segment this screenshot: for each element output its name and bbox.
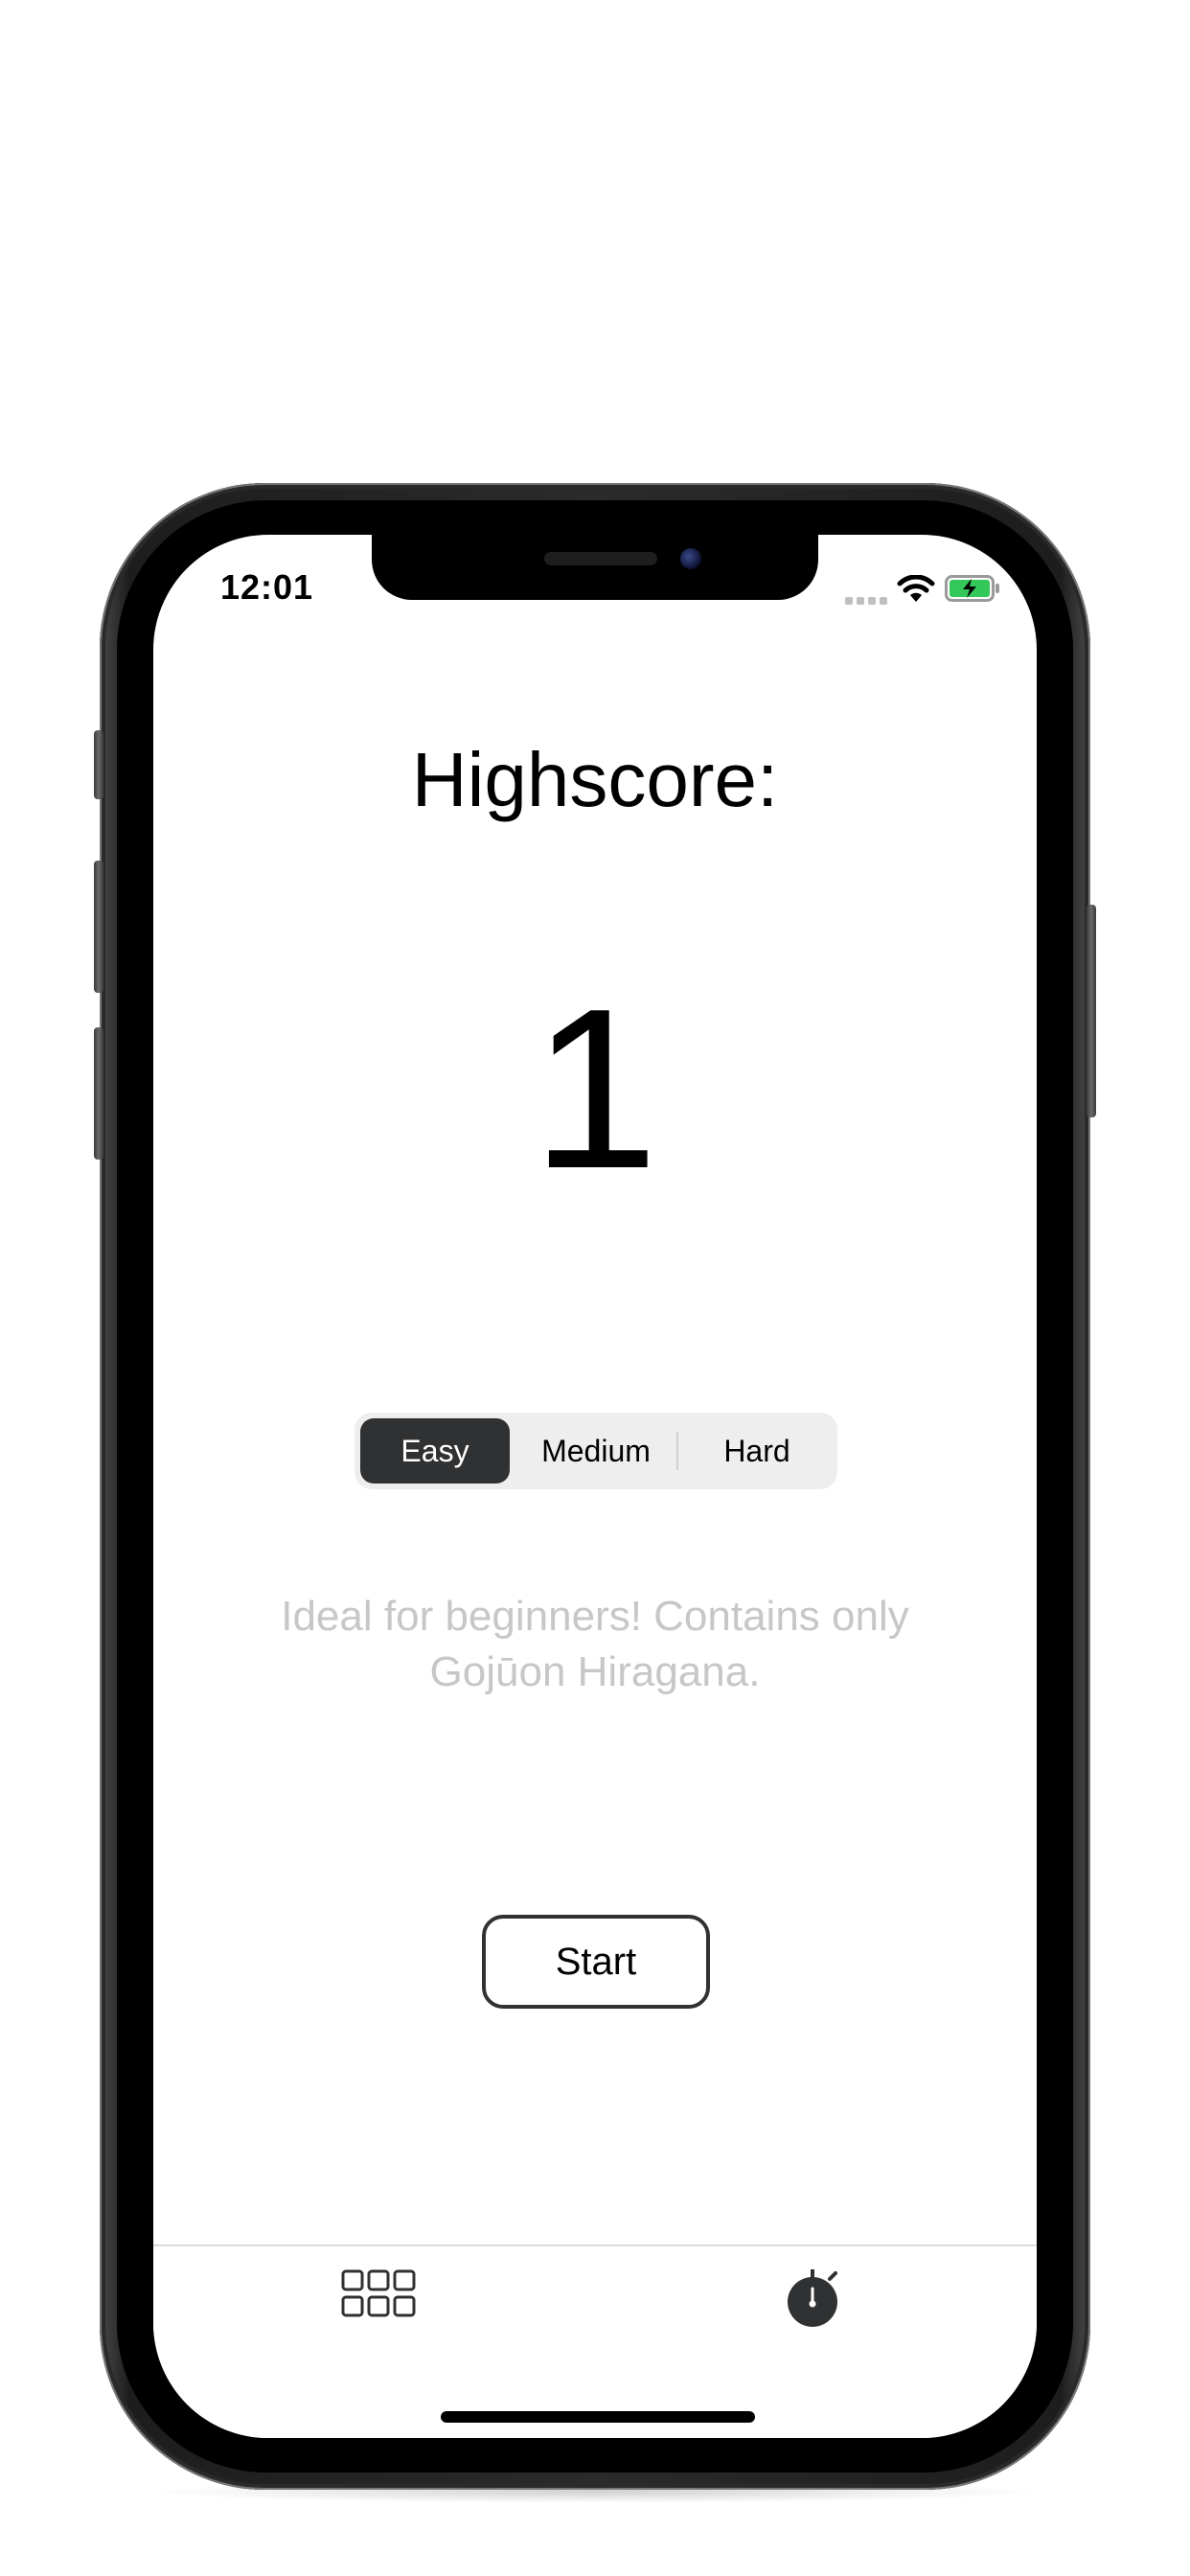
home-indicator[interactable] xyxy=(441,2411,755,2423)
difficulty-option-medium[interactable]: Medium xyxy=(521,1418,671,1484)
grid-icon[interactable] xyxy=(341,2269,416,2322)
device-volume-up xyxy=(94,861,103,993)
status-time: 12:01 xyxy=(220,567,314,607)
timer-icon[interactable] xyxy=(786,2267,843,2334)
speaker-grille xyxy=(544,552,657,565)
difficulty-description: Ideal for beginners! Contains only Gojūo… xyxy=(281,1593,909,1695)
tab-bar xyxy=(153,2244,1037,2438)
device-power-button xyxy=(1087,905,1096,1117)
device-notch xyxy=(372,535,818,600)
app-screen: 12:01 Highscore: 1 Easy Medium Hard Idea… xyxy=(153,535,1037,2438)
battery-charging-icon xyxy=(945,575,1000,607)
highscore-title: Highscore: xyxy=(411,737,779,822)
signal-icon xyxy=(845,592,891,610)
difficulty-option-easy[interactable]: Easy xyxy=(360,1418,510,1484)
wifi-icon xyxy=(897,574,935,609)
device-silent-switch xyxy=(94,730,103,799)
segment-divider xyxy=(676,1432,678,1470)
highscore-value: 1 xyxy=(531,962,659,1216)
difficulty-option-hard[interactable]: Hard xyxy=(682,1418,832,1484)
camera-icon xyxy=(680,548,701,569)
device-volume-down xyxy=(94,1027,103,1160)
difficulty-selector: Easy Medium Hard xyxy=(355,1413,837,1489)
start-button[interactable]: Start xyxy=(482,1915,710,2009)
